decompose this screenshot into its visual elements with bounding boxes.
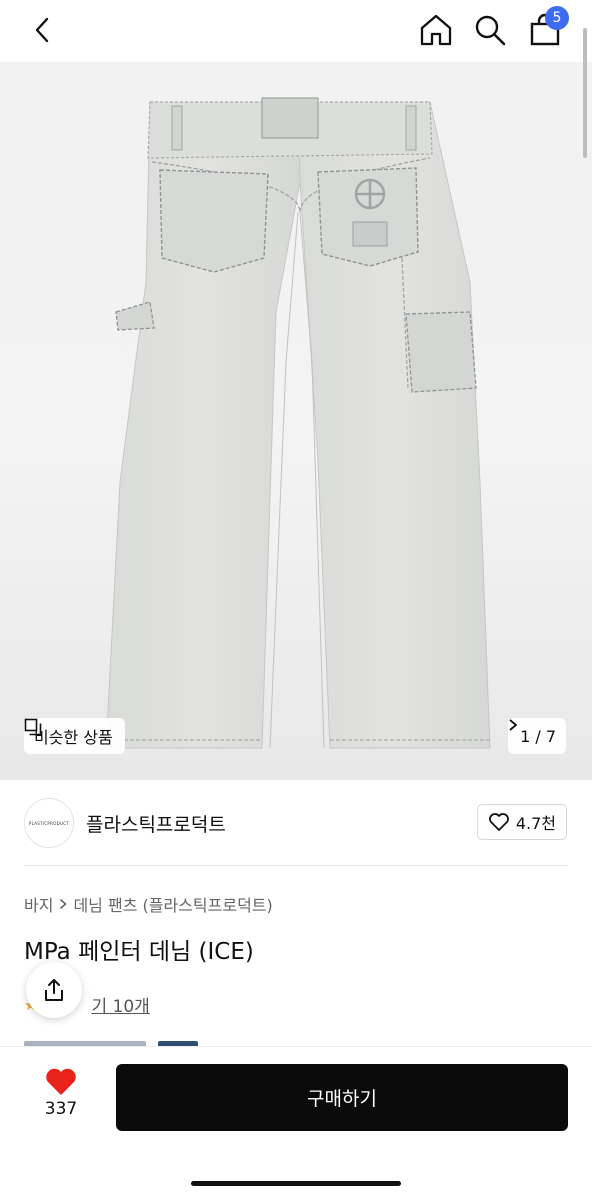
divider [24,865,568,866]
search-button[interactable] [472,12,508,48]
heart-filled-icon [46,1068,76,1095]
top-nav-bar: 5 [0,0,592,62]
cart-button[interactable]: 5 [527,6,569,48]
product-image-gallery[interactable]: 비슷한 상품 1 / 7 [0,62,592,780]
brand-row[interactable]: PLASTICPRODUCT 플라스틱프로덕트 4.7천 [0,780,592,866]
chevron-left-icon [35,17,49,43]
similar-products-label: 비슷한 상품 [34,728,113,747]
similar-products-button[interactable]: 비슷한 상품 [24,718,125,754]
buy-button[interactable]: 구매하기 [116,1064,568,1131]
scrollbar[interactable] [583,28,587,158]
breadcrumb-item-subcategory[interactable]: 데님 팬츠 (플라스틱프로덕트) [73,892,272,916]
back-button[interactable] [24,12,60,48]
brand-name[interactable]: 플라스틱프로덕트 [86,810,226,837]
brand-favorite-count: 4.7천 [515,814,556,833]
home-button[interactable] [418,12,454,48]
brand-favorite-button[interactable]: 4.7천 [476,804,567,840]
product-title: MPa 페인터 데님 (ICE) [24,939,254,965]
image-counter-button[interactable]: 1 / 7 [508,718,566,754]
home-indicator [191,1181,401,1186]
share-button[interactable] [26,962,82,1018]
brand-logo-text: PLASTICPRODUCT [28,820,70,826]
breadcrumb: 바지 데님 팬츠 (플라스틱프로덕트) [24,892,273,916]
breadcrumb-item-category[interactable]: 바지 [24,892,53,916]
heart-outline-icon [488,813,509,831]
share-icon [45,979,63,1001]
home-icon [420,14,452,46]
search-icon [475,15,506,46]
cart-count-badge: 5 [545,6,569,30]
like-button[interactable]: 337 [26,1067,96,1127]
copy-icon [24,718,42,736]
chevron-right-icon [60,898,68,910]
bottom-action-bar: 337 구매하기 [0,1046,592,1200]
chevron-right-icon [509,719,518,731]
like-count: 337 [44,1099,78,1119]
product-photo-pants [105,97,491,749]
brand-logo[interactable]: PLASTICPRODUCT [24,798,74,848]
image-counter-text: 1 / 7 [520,726,556,746]
